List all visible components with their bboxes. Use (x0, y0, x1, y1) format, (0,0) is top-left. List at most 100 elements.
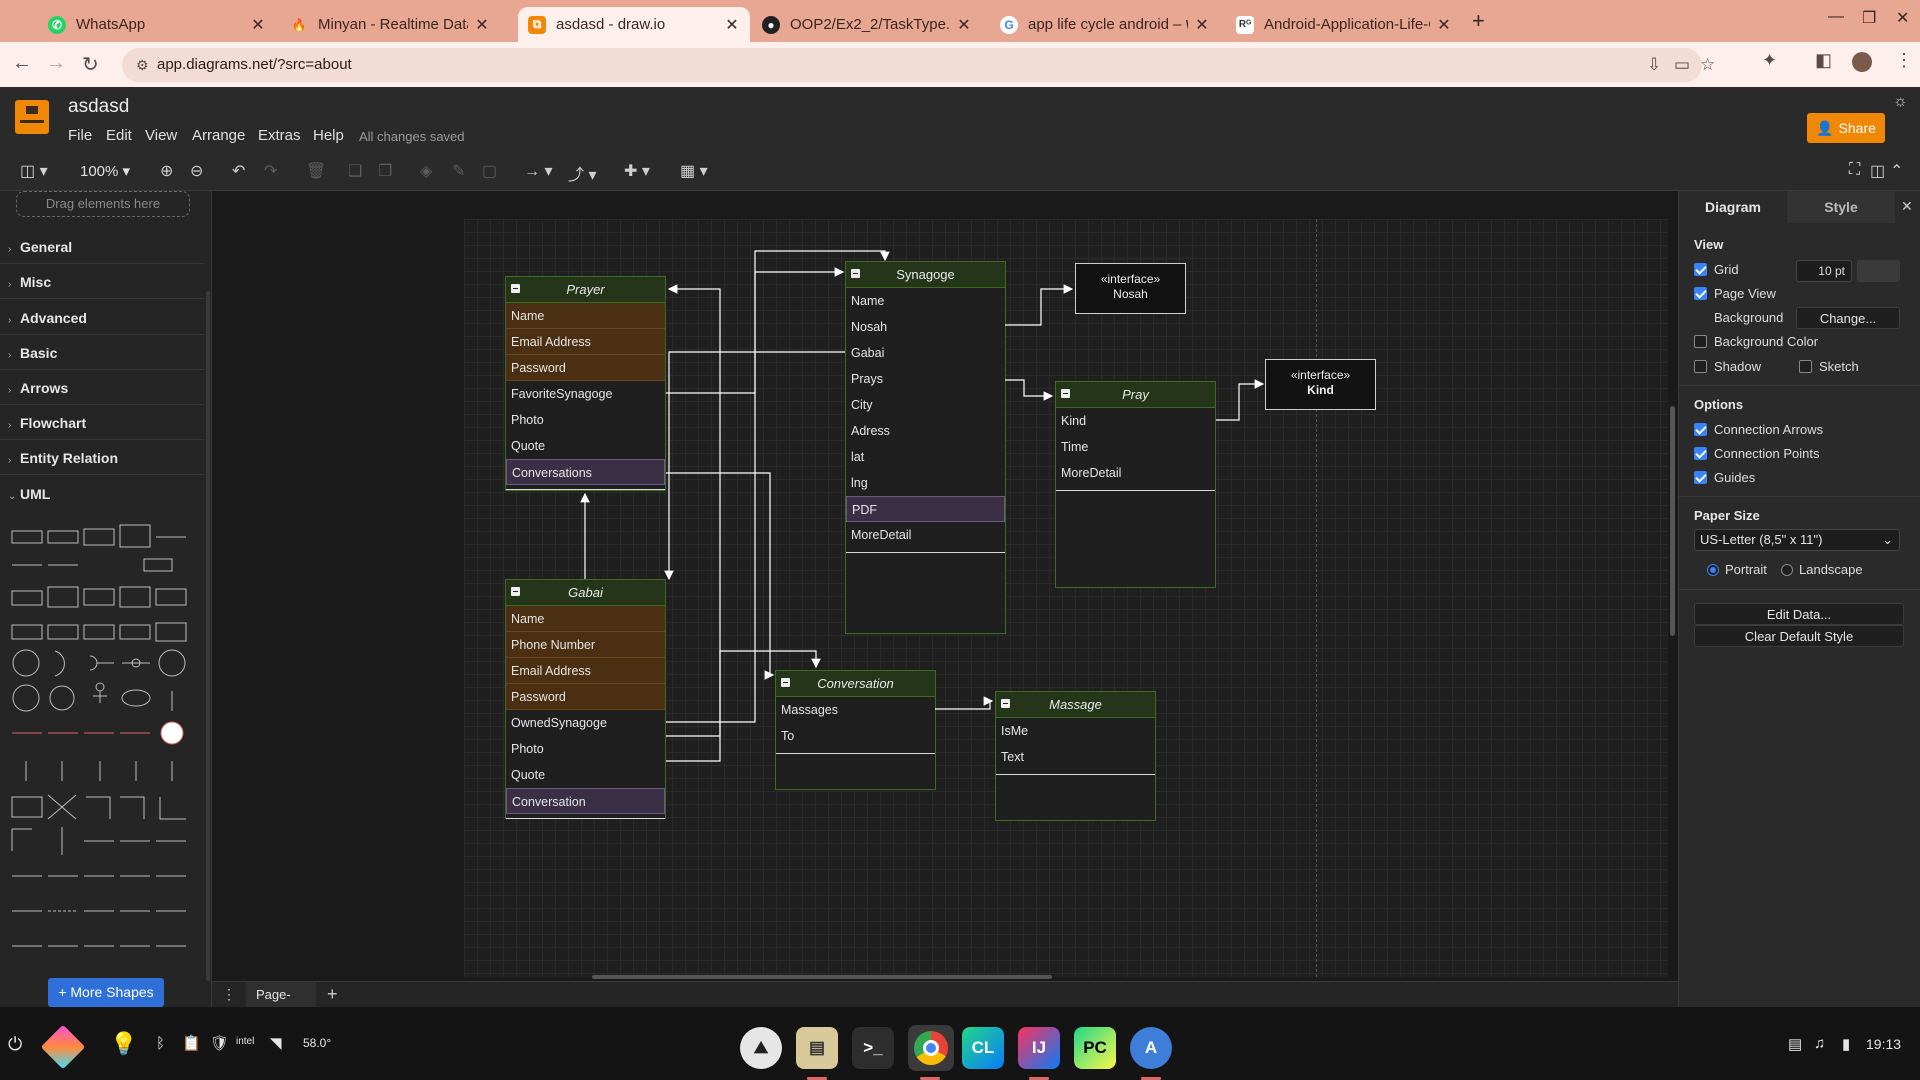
shield-icon[interactable]: 🛡 (210, 1034, 229, 1052)
app-icon-inkscape[interactable]: ⛰ (740, 1027, 782, 1069)
bookmark-star-icon[interactable]: ☆ (1700, 55, 1715, 75)
app-icon-intellij[interactable]: IJ (1018, 1027, 1060, 1069)
checkbox[interactable] (1694, 447, 1707, 460)
zoom-level[interactable]: 100% ▾ (80, 162, 130, 180)
wifi-icon[interactable]: ◥ (270, 1034, 282, 1052)
extensions-icon[interactable]: ✦ (1762, 50, 1777, 71)
sketch-checkbox[interactable]: Sketch (1799, 359, 1859, 374)
diagram-canvas[interactable]: Prayer Name Email Address Password Favor… (212, 191, 1678, 981)
category-general[interactable]: › General (8, 239, 72, 255)
category-uml[interactable]: ⌄ UML (8, 486, 50, 502)
close-icon[interactable]: ✕ (1901, 198, 1913, 215)
guides-checkbox[interactable]: Guides (1694, 470, 1755, 485)
category-entity-relation[interactable]: › Entity Relation (8, 450, 118, 466)
category-basic[interactable]: › Basic (8, 345, 57, 361)
to-back-icon[interactable]: ❐ (378, 161, 392, 181)
share-button[interactable]: 👤 Share (1807, 113, 1885, 143)
page-tab[interactable]: Page-1⌃ (246, 982, 316, 1028)
landscape-radio[interactable]: Landscape (1781, 562, 1863, 577)
portrait-radio[interactable]: Portrait (1707, 562, 1767, 577)
edit-data-button[interactable]: Edit Data... (1694, 603, 1904, 625)
zoom-out-icon[interactable]: ⊖ (190, 161, 203, 181)
tab-style[interactable]: Style (1787, 191, 1895, 223)
add-page-icon[interactable]: + (327, 984, 338, 1005)
redo-icon[interactable]: ↷ (264, 161, 277, 181)
drag-drop-zone[interactable]: Drag elements here (16, 191, 190, 217)
app-icon-files[interactable]: ▤ (796, 1027, 838, 1069)
uml-shape-palette[interactable] (10, 521, 190, 956)
app-icon-pycharm[interactable]: PC (1074, 1027, 1116, 1069)
new-tab-button[interactable]: + (1472, 8, 1485, 34)
intel-icon[interactable]: intel (236, 1036, 254, 1047)
clipboard-icon[interactable]: 📋 (182, 1034, 201, 1052)
theme-icon[interactable]: ☼ (1893, 93, 1908, 111)
fullscreen-icon[interactable]: ⛶ (1849, 161, 1860, 179)
menu-view[interactable]: View (145, 127, 177, 144)
battery-icon[interactable]: ▮ (1842, 1035, 1850, 1053)
save-page-icon[interactable]: ▭ (1674, 55, 1690, 75)
bluetooth-icon[interactable]: ᛒ (156, 1035, 165, 1052)
checkbox[interactable] (1694, 471, 1707, 484)
menu-edit[interactable]: Edit (106, 127, 132, 144)
close-icon[interactable]: ✕ (1436, 15, 1452, 35)
radio[interactable] (1781, 563, 1793, 576)
close-icon[interactable]: ✕ (724, 15, 740, 35)
forward-icon[interactable]: → (46, 52, 66, 75)
power-icon[interactable]: ⏻ (8, 1034, 22, 1055)
split-panel-icon[interactable]: ◫ (1870, 161, 1885, 181)
checkbox[interactable] (1694, 335, 1707, 348)
app-icon-chrome[interactable] (908, 1025, 954, 1071)
category-advanced[interactable]: › Advanced (8, 310, 87, 326)
app-icon-terminal[interactable]: >_ (852, 1027, 894, 1069)
music-icon[interactable]: ♫ (1814, 1035, 1825, 1052)
more-shapes-button[interactable]: + More Shapes (48, 978, 164, 1007)
category-flowchart[interactable]: › Flowchart (8, 415, 86, 431)
menu-arrange[interactable]: Arrange (192, 127, 245, 144)
undo-icon[interactable]: ↶ (232, 161, 245, 181)
grid-size-input[interactable]: 10 pt (1796, 260, 1852, 282)
close-icon[interactable]: ✕ (956, 15, 972, 35)
connection-arrows-checkbox[interactable]: Connection Arrows (1694, 422, 1823, 437)
shadow-icon[interactable]: ▢ (482, 161, 497, 181)
checkbox[interactable] (1694, 423, 1707, 436)
app-icon-android-studio[interactable]: A (1130, 1027, 1172, 1069)
pages-menu-icon[interactable]: ⋮ (222, 986, 236, 1003)
paper-size-select[interactable]: US-Letter (8,5" x 11") ⌄ (1694, 529, 1900, 551)
address-bar[interactable]: ⚙ app.diagrams.net/?src=about ⇩ ▭ ☆ (122, 48, 1715, 82)
reload-icon[interactable]: ↻ (82, 52, 99, 77)
to-front-icon[interactable]: ❏ (348, 161, 362, 181)
browser-tab[interactable]: Rᴳ Android-Application-Life-Cy ✕ (1226, 7, 1462, 42)
lightbulb-icon[interactable]: 💡 (110, 1031, 137, 1057)
checkbox[interactable] (1694, 360, 1707, 373)
category-arrows[interactable]: › Arrows (8, 380, 68, 396)
delete-icon[interactable]: 🗑 (306, 161, 326, 181)
checkbox[interactable] (1694, 263, 1707, 276)
format-panel-toggle-icon[interactable]: ◫ ▾ (20, 161, 48, 181)
avatar[interactable] (1852, 52, 1872, 72)
close-window-icon[interactable]: ✕ (1896, 8, 1909, 28)
browser-tab-active[interactable]: ⧉ asdasd - draw.io ✕ (518, 7, 750, 42)
close-icon[interactable]: ✕ (250, 15, 266, 35)
table-icon[interactable]: ▦ ▾ (680, 161, 708, 181)
browser-tab[interactable]: G app life cycle android – חיפוש ✕ (990, 7, 1220, 42)
change-background-button[interactable]: Change... (1796, 307, 1900, 329)
scrollbar[interactable] (1670, 406, 1675, 636)
zoom-in-icon[interactable]: ⊕ (160, 161, 173, 181)
grid-checkbox[interactable]: Grid (1694, 262, 1739, 277)
document-title[interactable]: asdasd (68, 96, 129, 118)
tab-diagram[interactable]: Diagram (1679, 191, 1787, 223)
category-misc[interactable]: › Misc (8, 274, 51, 290)
background-color-checkbox[interactable]: Background Color (1694, 334, 1818, 349)
display-icon[interactable]: ▤ (1788, 1035, 1802, 1053)
waypoints-icon[interactable]: ⤴ ▾ (568, 161, 596, 185)
minimize-icon[interactable]: — (1828, 8, 1844, 26)
checkbox[interactable] (1799, 360, 1812, 373)
scrollbar[interactable] (206, 291, 210, 981)
launcher-icon[interactable] (40, 1024, 86, 1070)
collapse-icon[interactable]: ⌃ (1890, 161, 1903, 181)
menu-file[interactable]: File (68, 127, 92, 144)
browser-tab[interactable]: 🔥 Minyan - Realtime Database ✕ (280, 7, 500, 42)
clear-default-style-button[interactable]: Clear Default Style (1694, 625, 1904, 647)
side-panel-icon[interactable]: ◧ (1815, 50, 1832, 71)
grid-color-button[interactable] (1857, 260, 1900, 282)
